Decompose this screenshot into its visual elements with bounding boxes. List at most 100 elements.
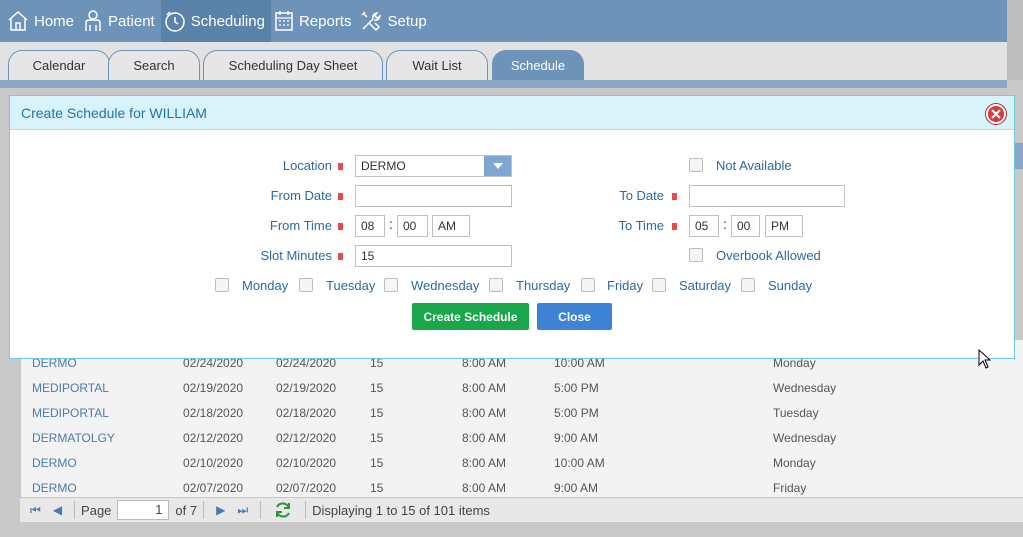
tab-day-sheet-label: Scheduling Day Sheet [228, 58, 358, 73]
cell-to-date: 02/19/2020 [276, 381, 337, 395]
friday-checkbox[interactable] [581, 278, 595, 292]
saturday-checkbox[interactable] [652, 278, 666, 292]
nav-patient[interactable]: Patient [80, 0, 161, 42]
pager-divider [74, 501, 76, 519]
slot-minutes-label: Slot Minutes [260, 248, 332, 263]
tab-wait-list-label: Wait List [412, 58, 462, 73]
to-time-minute-input[interactable]: 00 [731, 215, 760, 237]
tuesday-label: Tuesday [326, 278, 376, 293]
to-date-input[interactable] [689, 185, 845, 207]
grid-pager: ⏮ ◀ Page 1 of 7 ▶ ⏭ Displaying 1 to 15 o… [20, 497, 1023, 522]
dialog-title: Create Schedule for WILLIAM [21, 104, 207, 121]
chevron-down-icon[interactable] [484, 156, 511, 176]
cell-location[interactable]: MEDIPORTAL [32, 381, 109, 395]
table-row[interactable]: MEDIPORTAL 02/18/2020 02/18/2020 15 8:00… [21, 400, 1023, 425]
pager-status: Displaying 1 to 15 of 101 items [312, 502, 490, 518]
pager-divider [260, 501, 262, 519]
wednesday-checkbox[interactable] [384, 278, 398, 292]
nav-scheduling[interactable]: Scheduling [160, 0, 271, 42]
from-time-minute-input[interactable]: 00 [397, 215, 428, 237]
pager-divider [305, 501, 307, 519]
top-nav: Home Patient Scheduling Reports Setup [0, 0, 1007, 42]
page-label: Page [81, 502, 112, 518]
side-panel-tab[interactable] [1014, 143, 1023, 169]
cell-day: Friday [773, 481, 807, 495]
cell-start: 8:00 AM [462, 431, 507, 445]
cell-end: 5:00 PM [554, 406, 599, 420]
cell-location[interactable]: DERMO [32, 481, 77, 495]
tab-schedule[interactable]: Schedule [492, 50, 584, 80]
page-count: of 7 [175, 502, 198, 518]
to-time-hour-input[interactable]: 05 [689, 215, 719, 237]
from-date-input[interactable] [355, 185, 512, 207]
tab-underline [0, 80, 1007, 88]
refresh-icon[interactable] [273, 500, 293, 520]
from-time-ampm-input[interactable]: AM [432, 215, 470, 237]
tab-calendar[interactable]: Calendar [8, 50, 110, 80]
table-row[interactable]: DERMO 02/10/2020 02/10/2020 15 8:00 AM 1… [21, 450, 1023, 475]
table-row[interactable]: DERMATOLGY 02/12/2020 02/12/2020 15 8:00… [21, 425, 1023, 450]
nav-reports[interactable]: Reports [271, 0, 358, 42]
nav-home-label: Home [34, 12, 75, 30]
nav-home[interactable]: Home [4, 0, 80, 42]
mouse-cursor-icon [978, 349, 991, 369]
required-marker [338, 253, 343, 260]
cell-location[interactable]: DERMATOLGY [32, 431, 115, 445]
location-select[interactable]: DERMO [355, 155, 512, 177]
tab-calendar-label: Calendar [32, 58, 86, 73]
nav-setup[interactable]: Setup [357, 0, 432, 42]
calendar-icon [275, 11, 293, 31]
tab-search[interactable]: Search [108, 50, 200, 80]
next-page-icon[interactable]: ▶ [216, 503, 225, 517]
overbook-checkbox[interactable] [689, 248, 703, 262]
cell-end: 10:00 AM [554, 456, 605, 470]
close-button[interactable]: Close [537, 303, 612, 330]
required-marker [672, 223, 677, 230]
nav-setup-label: Setup [387, 12, 427, 30]
sunday-checkbox[interactable] [741, 278, 755, 292]
create-schedule-dialog: Create Schedule for WILLIAM Location DER… [9, 95, 1015, 359]
tab-search-label: Search [133, 58, 175, 73]
thursday-checkbox[interactable] [489, 278, 503, 292]
first-page-icon[interactable]: ⏮ [30, 503, 41, 518]
page-number-input[interactable]: 1 [117, 500, 170, 520]
cell-location[interactable]: DERMO [32, 456, 77, 470]
cell-from-date: 02/12/2020 [183, 431, 244, 445]
to-time-label: To Time [618, 218, 664, 233]
cell-to-date: 02/18/2020 [276, 406, 337, 420]
schedule-grid: DERMO 02/24/2020 02/24/2020 15 8:00 AM 1… [20, 340, 1023, 498]
patient-icon [85, 10, 101, 31]
tab-day-sheet[interactable]: Scheduling Day Sheet [203, 50, 383, 80]
table-row[interactable]: MEDIPORTAL 02/19/2020 02/19/2020 15 8:00… [21, 375, 1023, 400]
tools-icon [361, 11, 382, 32]
cell-start: 8:00 AM [462, 481, 507, 495]
cell-start: 8:00 AM [462, 381, 507, 395]
not-available-checkbox[interactable] [689, 158, 703, 172]
cell-to-date: 02/12/2020 [276, 431, 337, 445]
last-page-icon[interactable]: ⏭ [237, 503, 248, 518]
from-time-hour-input[interactable]: 08 [355, 215, 385, 237]
from-date-label: From Date [270, 188, 332, 203]
to-time-ampm-input[interactable]: PM [765, 215, 803, 237]
time-separator: : [723, 216, 727, 232]
cell-day: Monday [773, 456, 816, 470]
cell-day: Wednesday [773, 431, 837, 445]
close-icon[interactable] [986, 104, 1006, 124]
not-available-label: Not Available [716, 158, 792, 173]
create-schedule-button[interactable]: Create Schedule [412, 303, 529, 330]
to-date-label: To Date [619, 188, 664, 203]
wednesday-label: Wednesday [411, 278, 480, 293]
bottom-strip [0, 522, 1023, 537]
slot-minutes-input[interactable]: 15 [355, 245, 512, 267]
tab-schedule-label: Schedule [510, 58, 566, 73]
scrollbar-track[interactable] [1007, 0, 1023, 80]
overbook-label: Overbook Allowed [716, 248, 821, 263]
tab-wait-list[interactable]: Wait List [386, 50, 488, 80]
tuesday-checkbox[interactable] [299, 278, 313, 292]
cell-location[interactable]: MEDIPORTAL [32, 406, 109, 420]
cell-from-date: 02/19/2020 [183, 381, 244, 395]
monday-checkbox[interactable] [215, 278, 229, 292]
cell-slot: 15 [370, 406, 384, 420]
home-icon [8, 10, 28, 31]
prev-page-icon[interactable]: ◀ [53, 503, 62, 517]
